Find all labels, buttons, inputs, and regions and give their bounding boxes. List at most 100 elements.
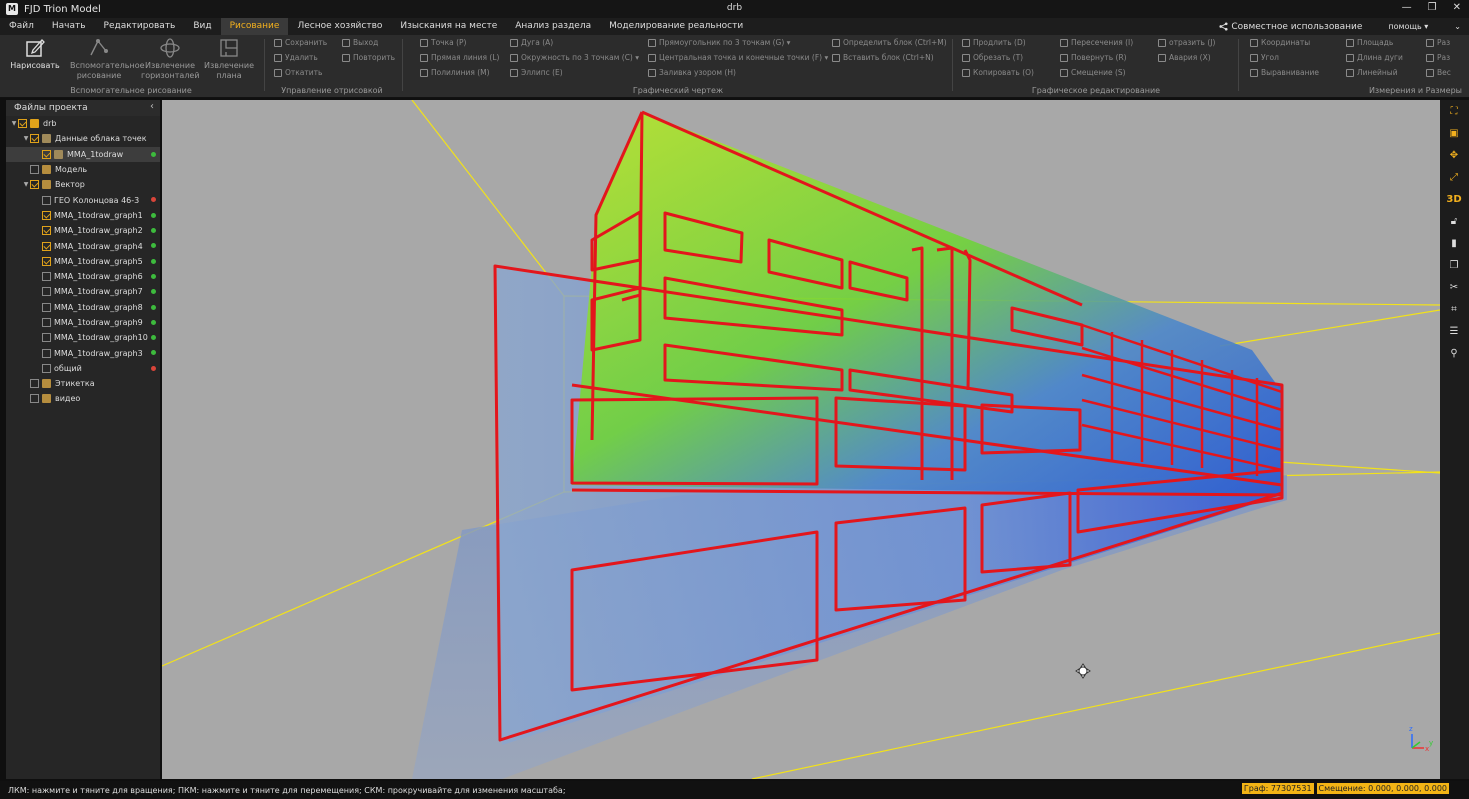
tree-item[interactable]: MMA_1todraw	[6, 146, 160, 162]
visibility-checkbox[interactable]	[42, 318, 51, 327]
menu-item-5[interactable]: Лесное хозяйство	[288, 18, 391, 35]
visibility-checkbox[interactable]	[42, 302, 51, 312]
tree-item[interactable]: MMA_1todraw_graph5	[6, 254, 160, 269]
orbit-icon[interactable]: ✥	[1446, 148, 1462, 164]
visibility-checkbox[interactable]	[30, 394, 39, 404]
visibility-checkbox[interactable]	[30, 165, 39, 175]
tree-item[interactable]: видео	[6, 391, 160, 406]
menu-item-2[interactable]: Редактировать	[95, 18, 185, 35]
offset-tool[interactable]: Смещение (S)	[1060, 68, 1126, 77]
area-tool[interactable]: Площадь	[1346, 38, 1393, 47]
pin-icon[interactable]: ⚲	[1446, 346, 1462, 362]
hatch-tool[interactable]: Заливка узором (H)	[648, 68, 736, 77]
visibility-checkbox[interactable]	[42, 210, 51, 220]
visibility-checkbox[interactable]	[42, 149, 51, 159]
line-tool[interactable]: Прямая линия (L)	[420, 53, 499, 62]
point-tool[interactable]: Точка (P)	[420, 38, 467, 47]
trim-tool[interactable]: Обрезать (T)	[962, 53, 1023, 62]
coordinates-tool[interactable]: Координаты	[1250, 38, 1310, 47]
expand-arrow-icon[interactable]: ▼	[22, 135, 30, 142]
tree-item[interactable]: Модель	[6, 162, 160, 177]
menu-item-1[interactable]: Начать	[43, 18, 95, 35]
visibility-checkbox[interactable]	[42, 226, 51, 236]
tree-item[interactable]: Этикетка	[6, 376, 160, 391]
erase-icon[interactable]: ✂	[1446, 280, 1462, 296]
tree-item[interactable]: MMA_1todraw_graph2	[6, 223, 160, 238]
tree-item[interactable]: ГЕО Колонцова 46-3	[6, 192, 160, 207]
menu-item-8[interactable]: Моделирование реальности	[600, 18, 752, 35]
3d-view-button[interactable]: 3D	[1446, 192, 1462, 208]
list-icon[interactable]: ☰	[1446, 324, 1462, 340]
visibility-checkbox[interactable]	[42, 348, 51, 358]
draw-button[interactable]: Нарисовать	[6, 37, 64, 71]
distance-tool-2[interactable]: Раз	[1426, 53, 1450, 62]
plan-extraction-button[interactable]: Извлечение плана	[200, 37, 258, 81]
layers-icon[interactable]: ❐	[1446, 258, 1462, 274]
tree-item[interactable]: MMA_1todraw_graph10	[6, 330, 160, 345]
exit-button[interactable]: Выход	[342, 38, 378, 47]
expand-arrow-icon[interactable]: ▼	[22, 181, 30, 188]
crop-icon[interactable]: ⌗	[1446, 302, 1462, 318]
tree-item[interactable]: MMA_1todraw_graph4	[6, 238, 160, 253]
visibility-checkbox[interactable]	[30, 134, 39, 144]
visibility-checkbox[interactable]	[30, 180, 39, 190]
visibility-checkbox[interactable]	[42, 272, 51, 282]
help-menu[interactable]: помощь ▾	[1388, 22, 1428, 31]
arc-length-tool[interactable]: Длина дуги	[1346, 53, 1403, 62]
insert-block-tool[interactable]: Вставить блок (Ctrl+N)	[832, 53, 934, 62]
visibility-checkbox[interactable]	[42, 287, 51, 297]
visibility-checkbox[interactable]	[42, 195, 51, 205]
linear-tool[interactable]: Линейный	[1346, 68, 1398, 77]
tree-item[interactable]: MMA_1todraw_graph1	[6, 208, 160, 223]
extend-tool[interactable]: Продлить (D)	[962, 38, 1026, 47]
view-cube-icon[interactable]: ▣	[1446, 126, 1462, 142]
define-block-tool[interactable]: Определить блок (Ctrl+M)	[832, 38, 947, 47]
circle-3pt-tool[interactable]: Окружность по 3 точкам (C) ▾	[510, 53, 639, 62]
angle-tool[interactable]: Угол	[1250, 53, 1279, 62]
explode-tool[interactable]: Авария (X)	[1158, 53, 1211, 62]
visibility-checkbox[interactable]	[42, 363, 51, 373]
tree-item[interactable]: MMA_1todraw_graph6	[6, 269, 160, 284]
copy-tool[interactable]: Копировать (O)	[962, 68, 1034, 77]
contour-extraction-button[interactable]: Извлечение горизонталей	[141, 37, 200, 81]
aux-drawing-button[interactable]: Вспомогательное рисование	[70, 37, 145, 81]
polyline-tool[interactable]: Полилиния (M)	[420, 68, 490, 77]
ellipse-tool[interactable]: Эллипс (E)	[510, 68, 563, 77]
fit-view-icon[interactable]: ⛶	[1446, 104, 1462, 120]
share-button[interactable]: Совместное использование	[1219, 22, 1362, 32]
delete-button[interactable]: Удалить	[274, 53, 318, 62]
menu-item-6[interactable]: Изыскания на месте	[391, 18, 506, 35]
tree-item[interactable]: ▼ Вектор	[6, 177, 160, 192]
undo-button[interactable]: Откатить	[274, 68, 322, 77]
tree-item[interactable]: MMA_1todraw_graph7	[6, 284, 160, 299]
center-endpoints-tool[interactable]: Центральная точка и конечные точки (F) ▾	[648, 53, 828, 62]
align-tool[interactable]: Выравнивание	[1250, 68, 1319, 77]
menu-item-7[interactable]: Анализ раздела	[506, 18, 600, 35]
menu-item-4[interactable]: Рисование	[220, 18, 289, 35]
color-bar-icon[interactable]: ▮	[1446, 236, 1462, 252]
expand-arrow-icon[interactable]: ▼	[10, 120, 18, 127]
menu-item-3[interactable]: Вид	[184, 18, 220, 35]
tree-item[interactable]: ▼ Данные облака точек	[6, 131, 160, 146]
visibility-checkbox[interactable]	[42, 241, 51, 251]
redo-button[interactable]: Повторить	[342, 53, 395, 62]
save-button[interactable]: Сохранить	[274, 38, 327, 47]
tree-item[interactable]: MMA_1todraw_graph9	[6, 315, 160, 330]
rect-3pt-tool[interactable]: Прямоугольник по 3 точкам (G) ▾	[648, 38, 790, 47]
tree-item[interactable]: ▼ drb	[6, 116, 160, 131]
3d-viewport[interactable]: z x y	[162, 100, 1440, 779]
restore-button[interactable]: ❐	[1428, 2, 1437, 13]
visibility-checkbox[interactable]	[30, 379, 39, 389]
transform-icon[interactable]: ⤢	[1446, 170, 1462, 186]
minimize-button[interactable]: —	[1402, 2, 1412, 13]
mirror-tool[interactable]: отразить (J)	[1158, 38, 1215, 47]
tree-item[interactable]: общий	[6, 361, 160, 376]
close-button[interactable]: ✕	[1453, 2, 1461, 13]
rotate-tool[interactable]: Повернуть (R)	[1060, 53, 1127, 62]
collapse-panel-button[interactable]: ‹	[150, 101, 154, 112]
tree-item[interactable]: MMA_1todraw_graph3	[6, 345, 160, 360]
weight-tool[interactable]: Вес	[1426, 68, 1451, 77]
ribbon-collapse-button[interactable]: ⌄	[1454, 22, 1461, 31]
intersect-tool[interactable]: Пересечения (I)	[1060, 38, 1133, 47]
unlock-icon[interactable]: 🔓︎	[1446, 214, 1462, 230]
